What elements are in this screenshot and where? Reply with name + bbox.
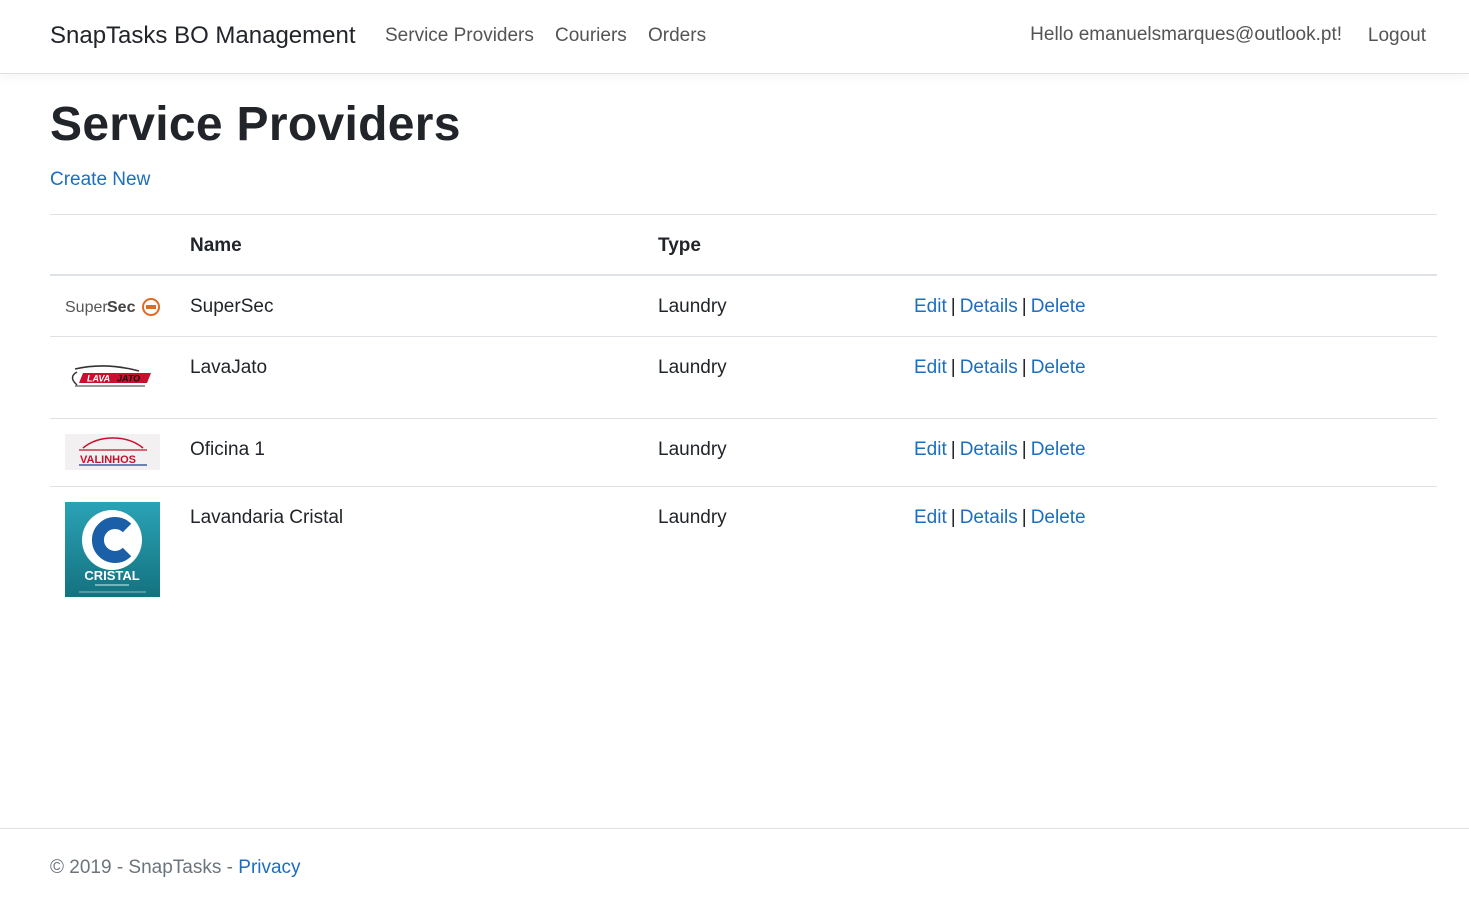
provider-type: Laundry <box>658 507 727 528</box>
details-link[interactable]: Details <box>960 507 1018 528</box>
details-link[interactable]: Details <box>960 357 1018 378</box>
user-greeting[interactable]: Hello emanuelsmarques@outlook.pt! <box>1030 24 1342 46</box>
oficina-valinhos-logo: VALINHOS <box>65 434 160 470</box>
delete-link[interactable]: Delete <box>1031 439 1086 460</box>
provider-type: Laundry <box>658 439 727 460</box>
action-separator: | <box>950 357 956 378</box>
edit-link[interactable]: Edit <box>914 357 947 378</box>
copyright-text: © 2019 - SnapTasks - <box>50 857 239 878</box>
column-header-type: Type <box>658 235 701 256</box>
provider-name: LavaJato <box>190 357 268 378</box>
action-separator: | <box>1021 357 1027 378</box>
delete-link[interactable]: Delete <box>1031 296 1086 317</box>
provider-name: SuperSec <box>190 296 274 317</box>
page-title: Service Providers <box>50 98 461 151</box>
details-link[interactable]: Details <box>960 296 1018 317</box>
lavajato-logo-roofline <box>74 365 140 372</box>
action-separator: | <box>950 507 956 528</box>
page-footer: © 2019 - SnapTasks - Privacy <box>0 828 1469 898</box>
supersec-logo-text-light: Super <box>65 299 108 316</box>
table-row: CRISTAL Lavandaria Cristal Laundry Edit |… <box>50 487 1437 601</box>
action-separator: | <box>1021 296 1027 317</box>
service-providers-table: Name Type Super Sec SuperSec Laundry Edi… <box>50 214 1437 601</box>
action-separator: | <box>1021 507 1027 528</box>
supersec-logo: Super Sec <box>65 298 160 316</box>
column-header-name: Name <box>190 235 242 256</box>
edit-link[interactable]: Edit <box>914 439 947 460</box>
create-new-link[interactable]: Create New <box>50 169 150 191</box>
provider-type: Laundry <box>658 357 727 378</box>
lavajato-logo-text: LAVA <box>87 374 110 384</box>
edit-link[interactable]: Edit <box>914 507 947 528</box>
row-actions: Edit | Details | Delete <box>914 357 1086 379</box>
supersec-logo-bar <box>146 305 156 309</box>
table-row: Super Sec SuperSec Laundry Edit | Details |… <box>50 276 1437 337</box>
privacy-link[interactable]: Privacy <box>238 857 300 878</box>
table-row: LAVA JATO LavaJato Laundry Edit | Details |… <box>50 337 1437 419</box>
table-header: Name Type <box>50 214 1437 276</box>
nav-orders[interactable]: Orders <box>648 25 706 47</box>
action-separator: | <box>1021 439 1027 460</box>
provider-type: Laundry <box>658 296 727 317</box>
action-separator: | <box>950 296 956 317</box>
edit-link[interactable]: Edit <box>914 296 947 317</box>
footer-text: © 2019 - SnapTasks - Privacy <box>50 857 301 879</box>
top-navbar: SnapTasks BO Management Service Provider… <box>0 0 1469 74</box>
row-actions: Edit | Details | Delete <box>914 439 1086 461</box>
cristal-logo-text: CRISTAL <box>84 568 139 583</box>
details-link[interactable]: Details <box>960 439 1018 460</box>
delete-link[interactable]: Delete <box>1031 357 1086 378</box>
provider-name: Oficina 1 <box>190 439 265 460</box>
table-row: VALINHOS Oficina 1 Laundry Edit | Details |… <box>50 419 1437 487</box>
lavajato-logo: LAVA JATO <box>71 365 151 387</box>
action-separator: | <box>950 439 956 460</box>
cristal-logo: CRISTAL <box>65 502 160 597</box>
logout-link[interactable]: Logout <box>1368 25 1426 47</box>
provider-name: Lavandaria Cristal <box>190 507 344 528</box>
nav-couriers[interactable]: Couriers <box>555 25 627 47</box>
supersec-logo-text-bold: Sec <box>107 299 136 316</box>
row-actions: Edit | Details | Delete <box>914 507 1086 529</box>
brand-link[interactable]: SnapTasks BO Management <box>50 22 356 50</box>
lavajato-logo-bumper <box>71 371 78 386</box>
lavajato-logo-text-2: JATO <box>117 374 140 384</box>
oficina-logo-text: VALINHOS <box>80 454 136 466</box>
delete-link[interactable]: Delete <box>1031 507 1086 528</box>
nav-service-providers[interactable]: Service Providers <box>385 25 534 47</box>
row-actions: Edit | Details | Delete <box>914 296 1086 318</box>
